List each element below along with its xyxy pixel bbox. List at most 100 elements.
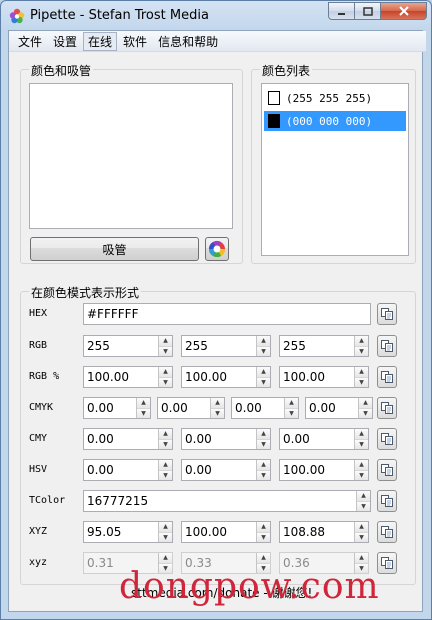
spin-up-icon[interactable]: ▲	[159, 429, 172, 440]
format-field-xyz-1[interactable]: 95.05 ▲ ▼	[83, 521, 173, 543]
menu-info-help[interactable]: 信息和帮助	[153, 32, 223, 51]
spin-up-icon[interactable]: ▲	[257, 460, 270, 471]
spin-up-icon[interactable]: ▲	[159, 367, 172, 378]
spin-up-icon[interactable]: ▲	[257, 522, 270, 533]
spin-buttons[interactable]: ▲ ▼	[158, 522, 172, 542]
spin-down-icon[interactable]: ▼	[357, 501, 370, 511]
spin-buttons[interactable]: ▲ ▼	[256, 336, 270, 356]
spin-up-icon[interactable]: ▲	[355, 522, 368, 533]
copy-button-rgb[interactable]	[377, 335, 397, 357]
spin-buttons[interactable]: ▲ ▼	[356, 491, 370, 511]
spin-down-icon[interactable]: ▼	[257, 532, 270, 542]
spin-up-icon[interactable]: ▲	[137, 398, 150, 409]
spin-down-icon[interactable]: ▼	[355, 346, 368, 356]
format-field-rgb-3[interactable]: 255 ▲ ▼	[279, 335, 369, 357]
spin-up-icon[interactable]: ▲	[357, 491, 370, 502]
format-field-cmyk-4[interactable]: 0.00 ▲ ▼	[305, 397, 373, 419]
format-field-cmy-1[interactable]: 0.00 ▲ ▼	[83, 428, 173, 450]
spin-down-icon[interactable]: ▼	[355, 470, 368, 480]
format-field-tcolor[interactable]: 16777215 ▲ ▼	[83, 490, 371, 512]
format-field-cmyk-1[interactable]: 0.00 ▲ ▼	[83, 397, 151, 419]
spin-up-icon[interactable]: ▲	[159, 460, 172, 471]
format-field-xyz-3[interactable]: 108.88 ▲ ▼	[279, 521, 369, 543]
spin-buttons[interactable]: ▲ ▼	[256, 429, 270, 449]
copy-button-rgb[interactable]	[377, 366, 397, 388]
spin-buttons[interactable]: ▲ ▼	[136, 398, 150, 418]
spin-up-icon[interactable]: ▲	[159, 553, 172, 564]
spin-down-icon[interactable]: ▼	[257, 377, 270, 387]
spin-down-icon[interactable]: ▼	[355, 377, 368, 387]
copy-button-cmy[interactable]	[377, 428, 397, 450]
maximize-button[interactable]	[355, 2, 381, 20]
spin-down-icon[interactable]: ▼	[159, 346, 172, 356]
color-wheel-button[interactable]	[205, 237, 229, 261]
spin-buttons[interactable]: ▲ ▼	[284, 398, 298, 418]
format-field-hsv-2[interactable]: 0.00 ▲ ▼	[181, 459, 271, 481]
format-field-cmyk-2[interactable]: 0.00 ▲ ▼	[157, 397, 225, 419]
spin-up-icon[interactable]: ▲	[355, 460, 368, 471]
format-field-rgb-3[interactable]: 100.00 ▲ ▼	[279, 366, 369, 388]
spin-buttons[interactable]: ▲ ▼	[256, 460, 270, 480]
spin-buttons[interactable]: ▲ ▼	[354, 336, 368, 356]
spin-down-icon[interactable]: ▼	[159, 532, 172, 542]
menu-file[interactable]: 文件	[13, 32, 47, 51]
spin-down-icon[interactable]: ▼	[355, 532, 368, 542]
spin-buttons[interactable]: ▲ ▼	[158, 460, 172, 480]
format-field-xyz-2[interactable]: 100.00 ▲ ▼	[181, 521, 271, 543]
spin-up-icon[interactable]: ▲	[159, 522, 172, 533]
spin-down-icon[interactable]: ▼	[355, 439, 368, 449]
spin-buttons[interactable]: ▲ ▼	[354, 460, 368, 480]
format-field-rgb-2[interactable]: 100.00 ▲ ▼	[181, 366, 271, 388]
format-field-rgb-1[interactable]: 255 ▲ ▼	[83, 335, 173, 357]
spin-down-icon[interactable]: ▼	[137, 408, 150, 418]
spin-buttons[interactable]: ▲ ▼	[158, 336, 172, 356]
close-button[interactable]	[381, 2, 427, 20]
format-field-hex[interactable]: #FFFFFF	[83, 303, 371, 325]
format-field-cmyk-3[interactable]: 0.00 ▲ ▼	[231, 397, 299, 419]
menu-settings[interactable]: 设置	[48, 32, 82, 51]
spin-buttons[interactable]: ▲ ▼	[354, 367, 368, 387]
spin-buttons[interactable]: ▲ ▼	[256, 522, 270, 542]
spin-buttons[interactable]: ▲ ▼	[354, 522, 368, 542]
spin-up-icon[interactable]: ▲	[257, 429, 270, 440]
copy-button-hsv[interactable]	[377, 459, 397, 481]
spin-up-icon[interactable]: ▲	[285, 398, 298, 409]
copy-button-cmyk[interactable]	[377, 397, 397, 419]
minimize-button[interactable]	[328, 2, 355, 20]
color-list[interactable]: (255 255 255) (000 000 000)	[261, 83, 409, 256]
spin-up-icon[interactable]: ▲	[355, 336, 368, 347]
spin-down-icon[interactable]: ▼	[257, 439, 270, 449]
pick-color-button[interactable]: 吸管	[30, 237, 199, 261]
spin-down-icon[interactable]: ▼	[159, 470, 172, 480]
spin-buttons[interactable]: ▲ ▼	[158, 367, 172, 387]
copy-button-tcolor[interactable]	[377, 490, 397, 512]
color-list-item-selected[interactable]: (000 000 000)	[264, 111, 406, 131]
spin-up-icon[interactable]: ▲	[159, 336, 172, 347]
format-field-hsv-1[interactable]: 0.00 ▲ ▼	[83, 459, 173, 481]
copy-button-xyz[interactable]	[377, 521, 397, 543]
spin-buttons[interactable]: ▲ ▼	[158, 429, 172, 449]
spin-up-icon[interactable]: ▲	[257, 367, 270, 378]
spin-buttons[interactable]: ▲ ▼	[210, 398, 224, 418]
spin-up-icon[interactable]: ▲	[257, 336, 270, 347]
copy-button-hex[interactable]	[377, 303, 397, 325]
spin-up-icon[interactable]: ▲	[355, 429, 368, 440]
spin-buttons[interactable]: ▲ ▼	[358, 398, 372, 418]
spin-down-icon[interactable]: ▼	[359, 408, 372, 418]
spin-up-icon[interactable]: ▲	[211, 398, 224, 409]
spin-up-icon[interactable]: ▲	[359, 398, 372, 409]
format-field-hsv-3[interactable]: 100.00 ▲ ▼	[279, 459, 369, 481]
spin-down-icon[interactable]: ▼	[257, 346, 270, 356]
spin-up-icon[interactable]: ▲	[355, 553, 368, 564]
spin-buttons[interactable]: ▲ ▼	[354, 429, 368, 449]
menu-software[interactable]: 软件	[118, 32, 152, 51]
format-field-rgb-2[interactable]: 255 ▲ ▼	[181, 335, 271, 357]
format-field-cmy-3[interactable]: 0.00 ▲ ▼	[279, 428, 369, 450]
spin-down-icon[interactable]: ▼	[285, 408, 298, 418]
spin-up-icon[interactable]: ▲	[257, 553, 270, 564]
format-field-rgb-1[interactable]: 100.00 ▲ ▼	[83, 366, 173, 388]
color-list-item[interactable]: (255 255 255)	[264, 88, 406, 108]
spin-down-icon[interactable]: ▼	[159, 377, 172, 387]
spin-buttons[interactable]: ▲ ▼	[256, 367, 270, 387]
spin-down-icon[interactable]: ▼	[211, 408, 224, 418]
